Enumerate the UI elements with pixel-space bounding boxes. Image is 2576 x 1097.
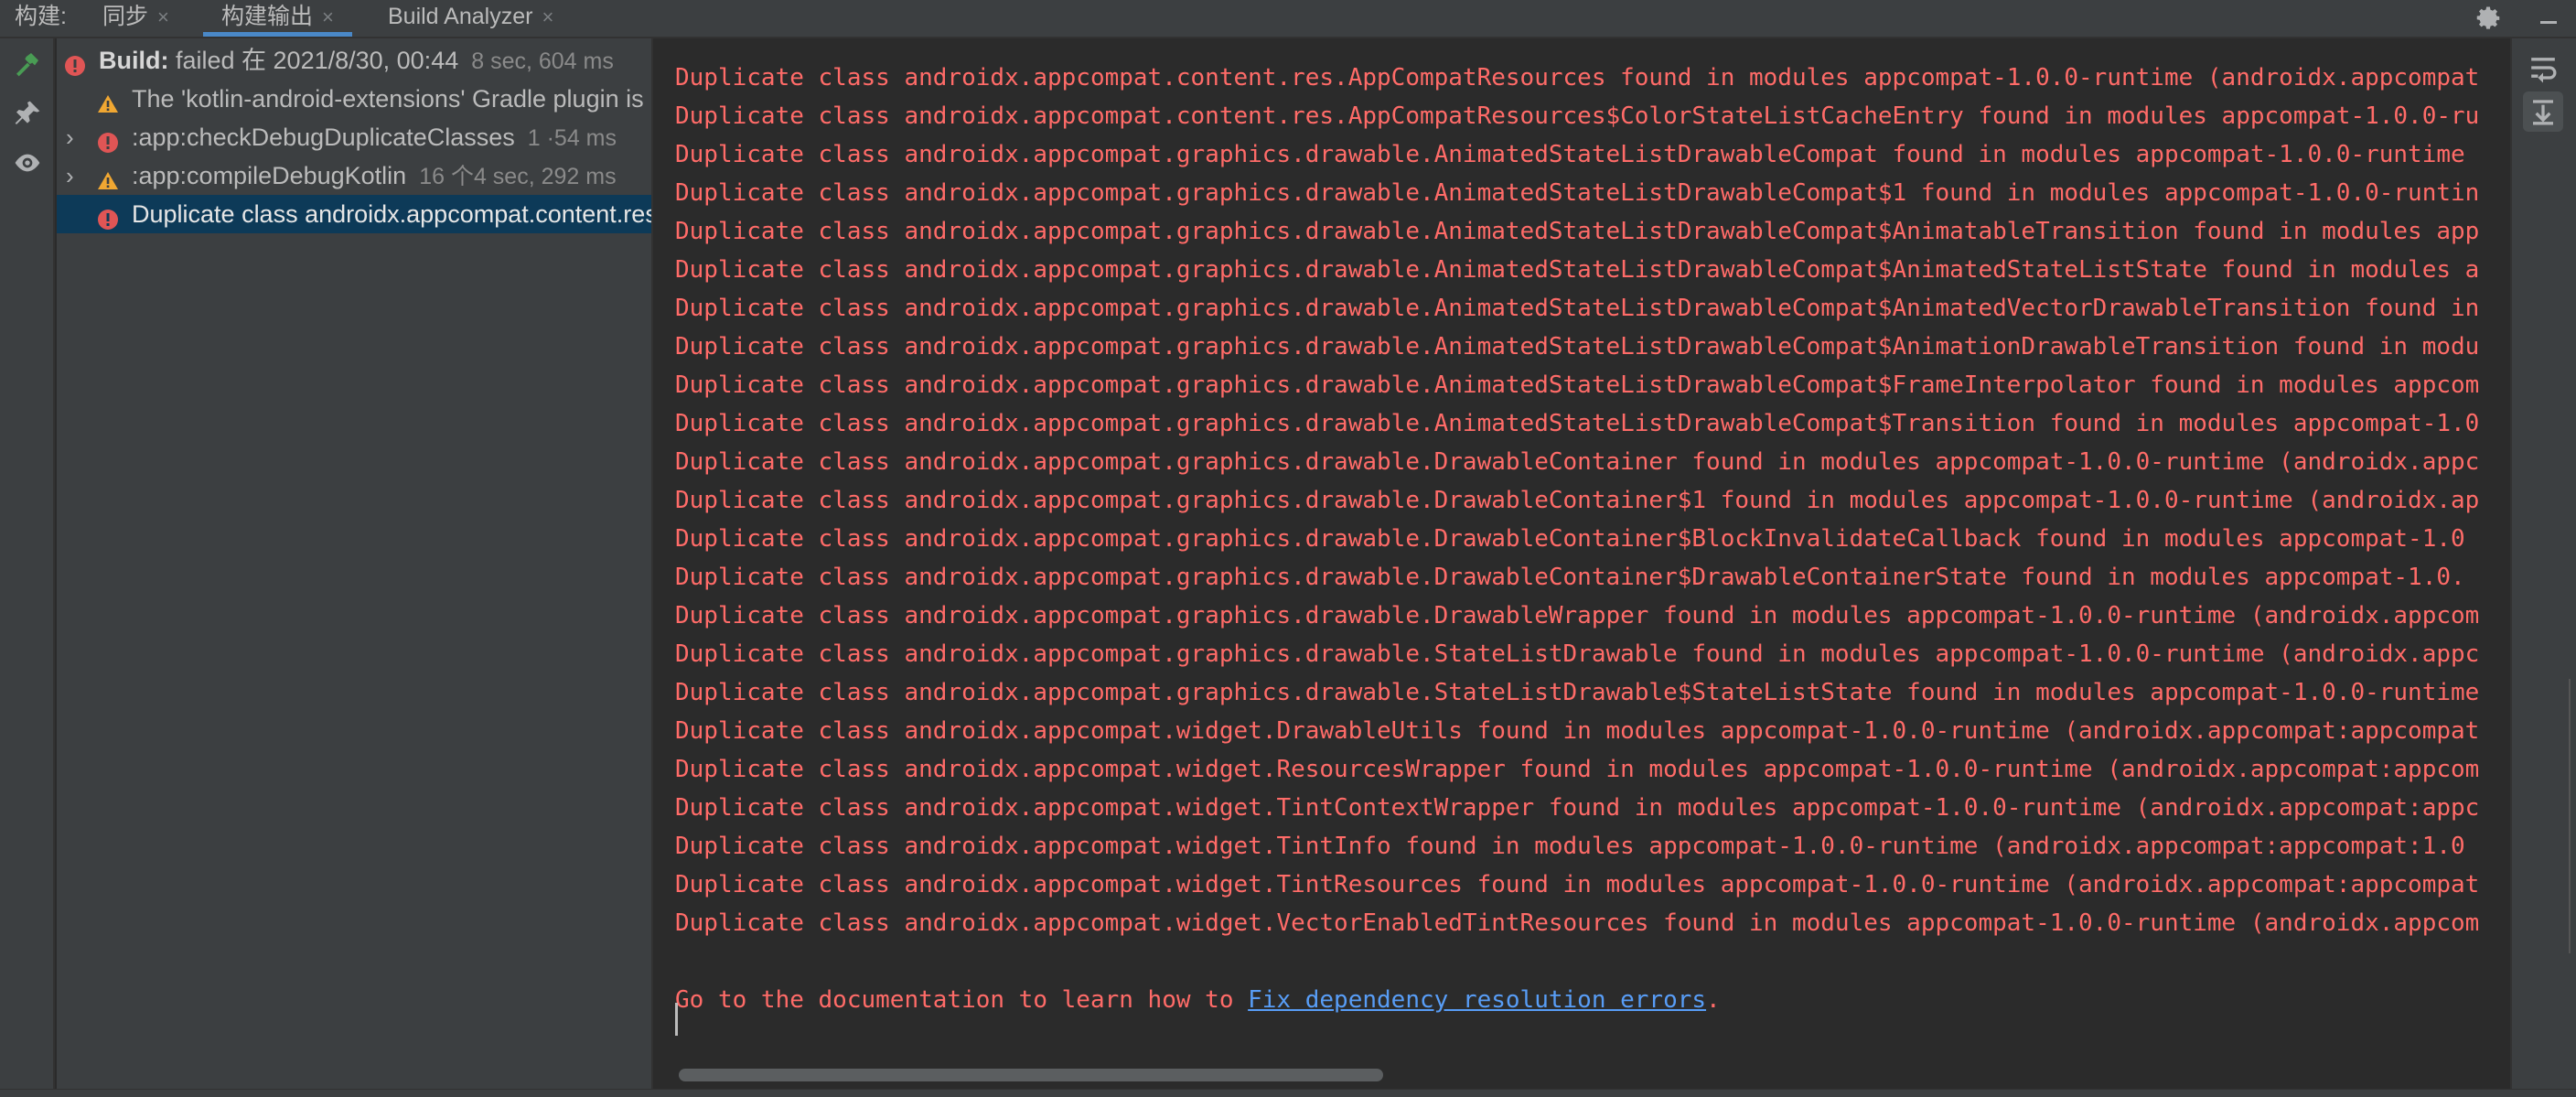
build-prefix: Build: bbox=[99, 47, 169, 74]
tree-item-duplicate-class[interactable]: Duplicate class androidx.appcompat.conte… bbox=[57, 195, 653, 233]
console-line: Duplicate class androidx.appcompat.graph… bbox=[675, 448, 2480, 476]
warning-icon bbox=[97, 165, 119, 189]
error-icon bbox=[97, 203, 119, 230]
documentation-hint: Go to the documentation to learn how to … bbox=[675, 981, 1721, 1019]
build-console-output[interactable]: Duplicate class androidx.appcompat.conte… bbox=[655, 38, 2510, 1089]
build-toolbar bbox=[0, 38, 55, 1089]
console-line: Duplicate class androidx.appcompat.graph… bbox=[675, 218, 2480, 245]
console-line: Duplicate class androidx.appcompat.conte… bbox=[675, 102, 2480, 130]
doc-prefix: Go to the documentation to learn how to bbox=[675, 986, 1249, 1014]
console-line: Duplicate class androidx.appcompat.graph… bbox=[675, 602, 2480, 629]
build-tree: Build: failed 在 2021/8/30, 00:44 8 sec, 6… bbox=[57, 38, 653, 1089]
console-line: Duplicate class androidx.appcompat.graph… bbox=[675, 295, 2480, 322]
warning-icon bbox=[97, 88, 119, 113]
tab-label: 构建输出 bbox=[221, 4, 314, 29]
console-line: Duplicate class androidx.appcompat.graph… bbox=[675, 640, 2480, 668]
tree-item-label: The 'kotlin-android-extensions' Gradle p… bbox=[132, 85, 651, 113]
close-icon[interactable]: × bbox=[542, 5, 553, 28]
fix-dependency-link[interactable]: Fix dependency resolution errors bbox=[1248, 986, 1706, 1014]
console-line: Duplicate class androidx.appcompat.graph… bbox=[675, 564, 2465, 591]
console-line: Duplicate class androidx.appcompat.widge… bbox=[675, 794, 2480, 822]
console-line: Duplicate class androidx.appcompat.graph… bbox=[675, 679, 2480, 706]
console-line: Duplicate class androidx.appcompat.widge… bbox=[675, 909, 2480, 937]
chevron-right-icon[interactable]: › bbox=[66, 118, 74, 156]
text-caret bbox=[675, 1003, 678, 1036]
horizontal-scrollbar[interactable] bbox=[679, 1069, 1383, 1081]
console-line: Duplicate class androidx.appcompat.graph… bbox=[675, 487, 2480, 514]
build-status: failed 在 2021/8/30, 00:44 bbox=[168, 47, 459, 74]
console-line: Duplicate class androidx.appcompat.graph… bbox=[675, 333, 2480, 360]
console-line: Duplicate class androidx.appcompat.graph… bbox=[675, 410, 2480, 437]
error-icon bbox=[64, 49, 86, 76]
tree-item-compile-kotlin[interactable]: › :app:compileDebugKotlin 16 个4 sec, 292 … bbox=[57, 156, 651, 195]
console-line: Duplicate class androidx.appcompat.graph… bbox=[675, 525, 2465, 553]
tree-item-build-result[interactable]: Build: failed 在 2021/8/30, 00:44 8 sec, 6… bbox=[57, 41, 651, 80]
build-tool-window-header: 构建: 同步 × 构建输出 × Build Analyzer × bbox=[0, 0, 2576, 38]
chevron-right-icon[interactable]: › bbox=[66, 156, 74, 195]
console-line: Duplicate class androidx.appcompat.graph… bbox=[675, 256, 2480, 284]
console-line: Duplicate class androidx.appcompat.widge… bbox=[675, 756, 2480, 783]
console-line: Duplicate class androidx.appcompat.widge… bbox=[675, 833, 2465, 860]
doc-suffix: . bbox=[1706, 986, 1721, 1014]
console-line: Duplicate class androidx.appcompat.graph… bbox=[675, 179, 2480, 207]
gear-icon[interactable] bbox=[2475, 0, 2503, 37]
tab-label: 同步 bbox=[102, 4, 149, 29]
tab-build-output[interactable]: 构建输出 × bbox=[203, 0, 352, 37]
tab-label: Build Analyzer bbox=[388, 4, 533, 29]
tab-build-analyzer[interactable]: Build Analyzer × bbox=[388, 0, 553, 37]
close-icon[interactable]: × bbox=[322, 5, 334, 28]
eye-icon[interactable] bbox=[13, 148, 42, 177]
console-line: Duplicate class androidx.appcompat.widge… bbox=[675, 717, 2480, 745]
task-duration: 16 个4 sec, 292 ms bbox=[419, 164, 617, 189]
minimize-icon[interactable] bbox=[2538, 0, 2560, 37]
task-duration: 1 ·54 ms bbox=[527, 125, 617, 151]
console-line: Duplicate class androidx.appcompat.widge… bbox=[675, 871, 2480, 898]
close-icon[interactable]: × bbox=[157, 5, 169, 28]
soft-wrap-icon[interactable] bbox=[2523, 48, 2563, 88]
pin-icon[interactable] bbox=[13, 99, 42, 128]
side-panel-edge bbox=[2569, 679, 2576, 953]
console-line: Duplicate class androidx.appcompat.graph… bbox=[675, 141, 2480, 168]
hammer-icon[interactable] bbox=[13, 49, 42, 79]
scroll-to-end-icon[interactable] bbox=[2523, 91, 2563, 132]
tree-item-check-duplicate[interactable]: › :app:checkDebugDuplicateClasses 1 ·54 m… bbox=[57, 118, 651, 156]
tree-item-label: :app:compileDebugKotlin bbox=[132, 162, 407, 189]
console-line: Duplicate class androidx.appcompat.graph… bbox=[675, 371, 2480, 399]
tree-item-label: :app:checkDebugDuplicateClasses bbox=[132, 124, 515, 151]
console-toolbar bbox=[2510, 38, 2576, 1089]
error-icon bbox=[97, 126, 119, 153]
build-label: 构建: bbox=[15, 4, 67, 29]
tab-sync[interactable]: 同步 × bbox=[102, 0, 169, 37]
console-line: Duplicate class androidx.appcompat.conte… bbox=[675, 64, 2480, 91]
tree-item-label: Duplicate class androidx.appcompat.conte… bbox=[132, 200, 653, 228]
build-duration: 8 sec, 604 ms bbox=[471, 48, 614, 74]
tree-item-warning[interactable]: The 'kotlin-android-extensions' Gradle p… bbox=[57, 80, 651, 118]
